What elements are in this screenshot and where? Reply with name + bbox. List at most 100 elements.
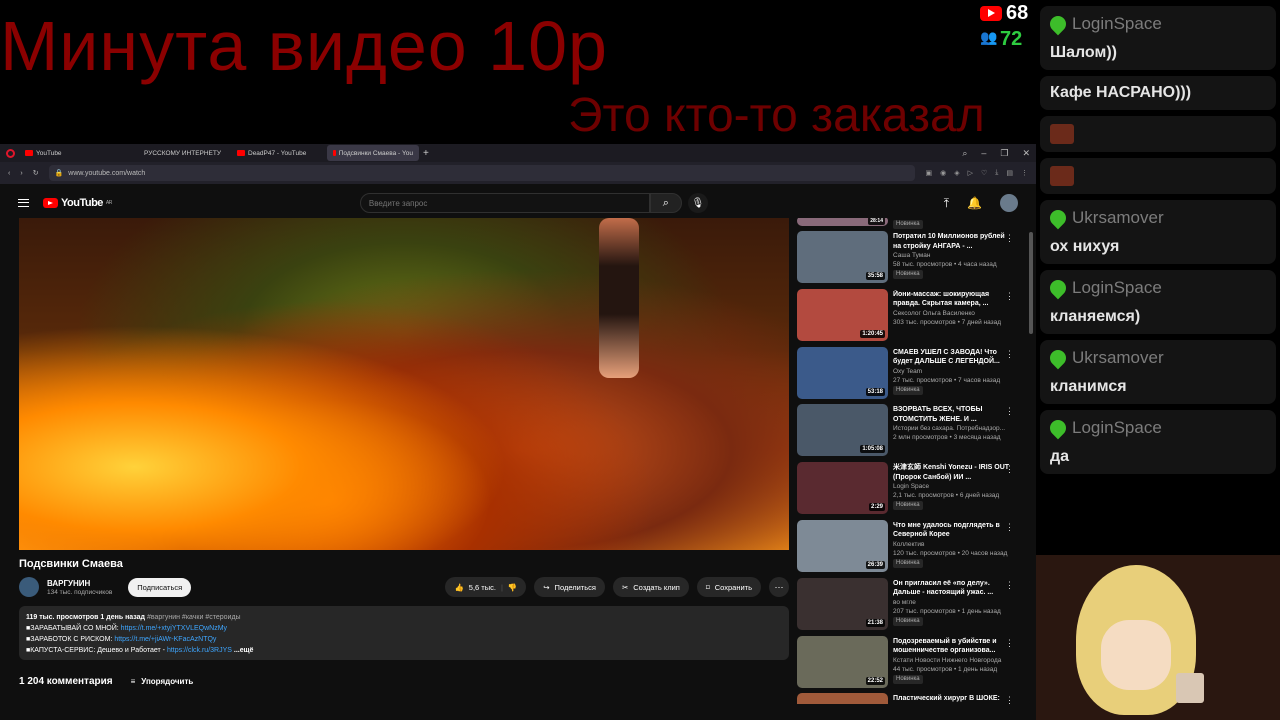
description-tags[interactable]: #варгунин #качки #стероиды — [147, 614, 241, 621]
related-video-item[interactable]: 28:14 Новинка — [797, 218, 1021, 231]
chat-username[interactable]: LoginSpace — [1046, 12, 1266, 36]
save-button[interactable]: ⌑ Сохранить — [696, 577, 761, 597]
video-thumbnail[interactable]: 2:29 — [797, 462, 888, 515]
chat-emote-icon — [1050, 124, 1074, 144]
related-video-item[interactable]: 53:18 СМАЕВ УШЕЛ С ЗАВОДА! Что будет ДАЛЬ… — [797, 346, 1021, 405]
shield-icon[interactable]: ◈ — [954, 169, 959, 177]
camera-icon[interactable]: ◉ — [940, 169, 946, 177]
like-button[interactable]: 👍 5,6 тыс. | 👎 — [445, 577, 527, 597]
video-thumbnail[interactable]: 22:52 — [797, 635, 888, 688]
channel-avatar[interactable] — [19, 577, 39, 597]
related-video-title: Подозреваемый в убийстве и мошенничестве… — [893, 637, 997, 655]
video-thumbnail[interactable]: 28:14 — [797, 218, 888, 226]
more-options-icon[interactable]: ⋮ — [1005, 522, 1014, 533]
tab-youtube[interactable]: YouTube — [19, 145, 111, 161]
related-video-item[interactable]: 22:52 Подозреваемый в убийстве и мошеннич… — [797, 635, 1021, 694]
subscribe-button[interactable]: Подписаться — [128, 577, 192, 597]
video-player[interactable] — [19, 218, 789, 550]
show-more-button[interactable]: ...ещё — [234, 647, 254, 654]
chat-username[interactable]: LoginSpace — [1046, 276, 1266, 300]
description-link-2[interactable]: https://t.me/+jiAWr-KFacAzNTQy — [114, 636, 216, 643]
new-badge: Новинка — [893, 674, 923, 684]
hamburger-menu-icon[interactable] — [18, 199, 29, 207]
new-tab-icon[interactable]: + — [423, 148, 429, 159]
extension-icon[interactable]: ▣ — [925, 169, 932, 177]
related-video-channel: Login Space — [893, 483, 930, 491]
sort-button[interactable]: ≡ Упорядочить — [131, 677, 194, 686]
more-options-icon[interactable]: ⋮ — [1005, 638, 1014, 649]
upload-icon[interactable]: ⤒ — [944, 196, 949, 211]
minimize-icon[interactable]: – — [981, 148, 986, 159]
scrollbar[interactable] — [1029, 232, 1033, 334]
chat-username[interactable]: LoginSpace — [1046, 416, 1266, 440]
microphone-icon[interactable]: 🎙 — [687, 193, 708, 213]
play-icon[interactable]: ▷ — [968, 169, 973, 177]
description-link-3[interactable]: https://clck.ru/3RJYS — [167, 647, 232, 654]
tab-podsvinki[interactable]: Подсвинки Смаева - You — [327, 145, 419, 161]
more-actions-icon[interactable]: ⋯ — [769, 577, 789, 597]
heart-icon[interactable]: ♡ — [981, 169, 987, 177]
related-video-title: 米津玄師 Kenshi Yonezu - IRIS OUT (Пророк Са… — [893, 464, 1010, 481]
duration-badge: 26:39 — [865, 560, 885, 569]
user-avatar[interactable] — [1000, 194, 1018, 212]
video-thumbnail[interactable] — [797, 693, 888, 704]
more-options-icon[interactable]: ⋮ — [1005, 233, 1014, 244]
opera-icon[interactable] — [6, 148, 15, 158]
video-thumbnail[interactable]: 35:58 — [797, 231, 888, 283]
download-icon[interactable]: ⤓ — [995, 169, 998, 177]
bell-icon[interactable]: 🔔 — [967, 196, 982, 210]
related-video-item[interactable]: 21:38 Он пригласил её «по делу». Дальше -… — [797, 577, 1021, 636]
video-thumbnail[interactable]: 1:20:45 — [797, 288, 888, 341]
chat-message: Ukrsamover ох нихуя — [1040, 200, 1276, 264]
stream-overlay-title: Минута видео 10р — [0, 7, 608, 85]
chat-message: LoginSpace кланяемся) — [1040, 270, 1276, 334]
more-options-icon[interactable]: ⋮ — [1005, 349, 1014, 360]
related-video-item[interactable]: 26:39 Что мне удалось подглядеть в Северн… — [797, 519, 1021, 578]
chat-username[interactable]: Ukrsamover — [1046, 206, 1266, 230]
search-tabs-icon[interactable]: ⌕ — [962, 148, 967, 159]
back-icon[interactable]: ‹ — [8, 170, 10, 177]
chat-message: Ukrsamover кланимся — [1040, 340, 1276, 404]
more-options-icon[interactable]: ⋮ — [1005, 291, 1014, 302]
youtube-logo[interactable]: YouTube AR — [43, 197, 112, 209]
related-video-item[interactable]: 1:05:08 ВЗОРВАТЬ ВСЕХ, ЧТОБЫ ОТОМСТИТЬ ЖЕ… — [797, 404, 1021, 462]
chat-username[interactable]: Ukrsamover — [1046, 346, 1266, 370]
sort-icon: ≡ — [130, 677, 136, 686]
related-video-stats: 2,1 тыс. просмотров • 6 дней назад — [893, 492, 1000, 500]
related-video-item[interactable]: 1:20:45 Йони-массаж: шокирующая правда. С… — [797, 288, 1021, 347]
close-icon[interactable]: ✕ — [1022, 148, 1030, 159]
video-thumbnail[interactable]: 21:38 — [797, 577, 888, 630]
maximize-icon[interactable]: ❐ — [1000, 148, 1008, 159]
share-button[interactable]: ↪ Поделиться — [534, 577, 605, 597]
search-icon[interactable]: ⌕ — [649, 193, 682, 213]
youtube-viewers-stat: 68 — [980, 2, 1028, 25]
chat-message: LoginSpace Шалом)) — [1040, 6, 1276, 70]
more-options-icon[interactable]: ⋮ — [1005, 406, 1014, 417]
more-options-icon[interactable]: ⋮ — [1005, 695, 1014, 704]
channel-name[interactable]: ВАРГУНИН — [47, 579, 112, 588]
wallet-icon[interactable]: ▤ — [1006, 169, 1013, 177]
video-thumbnail[interactable]: 53:18 — [797, 346, 888, 399]
tab-deadp47[interactable]: DeadP47 - YouTube — [231, 145, 323, 161]
thumbs-down-icon[interactable]: 👎 — [508, 583, 517, 592]
related-video-info: ВЗОРВАТЬ ВСЕХ, ЧТОБЫ ОТОМСТИТЬ ЖЕНЕ. И .… — [893, 404, 1011, 462]
address-bar[interactable]: 🔒 www.youtube.com/watch — [48, 165, 916, 181]
more-options-icon[interactable]: ⋮ — [1005, 464, 1014, 475]
tab-russian-internet[interactable]: РУССКОМУ ИНТЕРНЕТУ — [135, 145, 227, 161]
related-video-item[interactable]: 35:58 Потратил 10 Миллионов рублей на стр… — [797, 231, 1021, 289]
related-video-item[interactable]: Пластический хирург В ШОКЕ: ⋮ — [797, 693, 1021, 704]
leaf-icon — [1046, 276, 1070, 300]
related-video-item[interactable]: 2:29 米津玄師 Kenshi Yonezu - IRIS OUT (Проро… — [797, 462, 1021, 520]
more-options-icon[interactable]: ⋮ — [1005, 580, 1014, 591]
chat-message: Кафе НАСРАНО))) — [1040, 76, 1276, 110]
forward-icon[interactable]: › — [20, 170, 22, 177]
clip-button[interactable]: ✂ Создать клип — [612, 577, 689, 597]
video-description[interactable]: 119 тыс. просмотров 1 день назад #варгун… — [19, 606, 789, 660]
description-link-1[interactable]: https://t.me/+xtyjYTXVLEQwNzMy — [121, 625, 227, 632]
video-thumbnail[interactable]: 26:39 — [797, 519, 888, 572]
search-input[interactable] — [359, 193, 650, 213]
menu-icon[interactable]: ⋮ — [1021, 169, 1028, 177]
reload-icon[interactable]: ↻ — [33, 169, 39, 177]
video-thumbnail[interactable]: 1:05:08 — [797, 404, 888, 457]
cup-icon — [1176, 673, 1204, 703]
